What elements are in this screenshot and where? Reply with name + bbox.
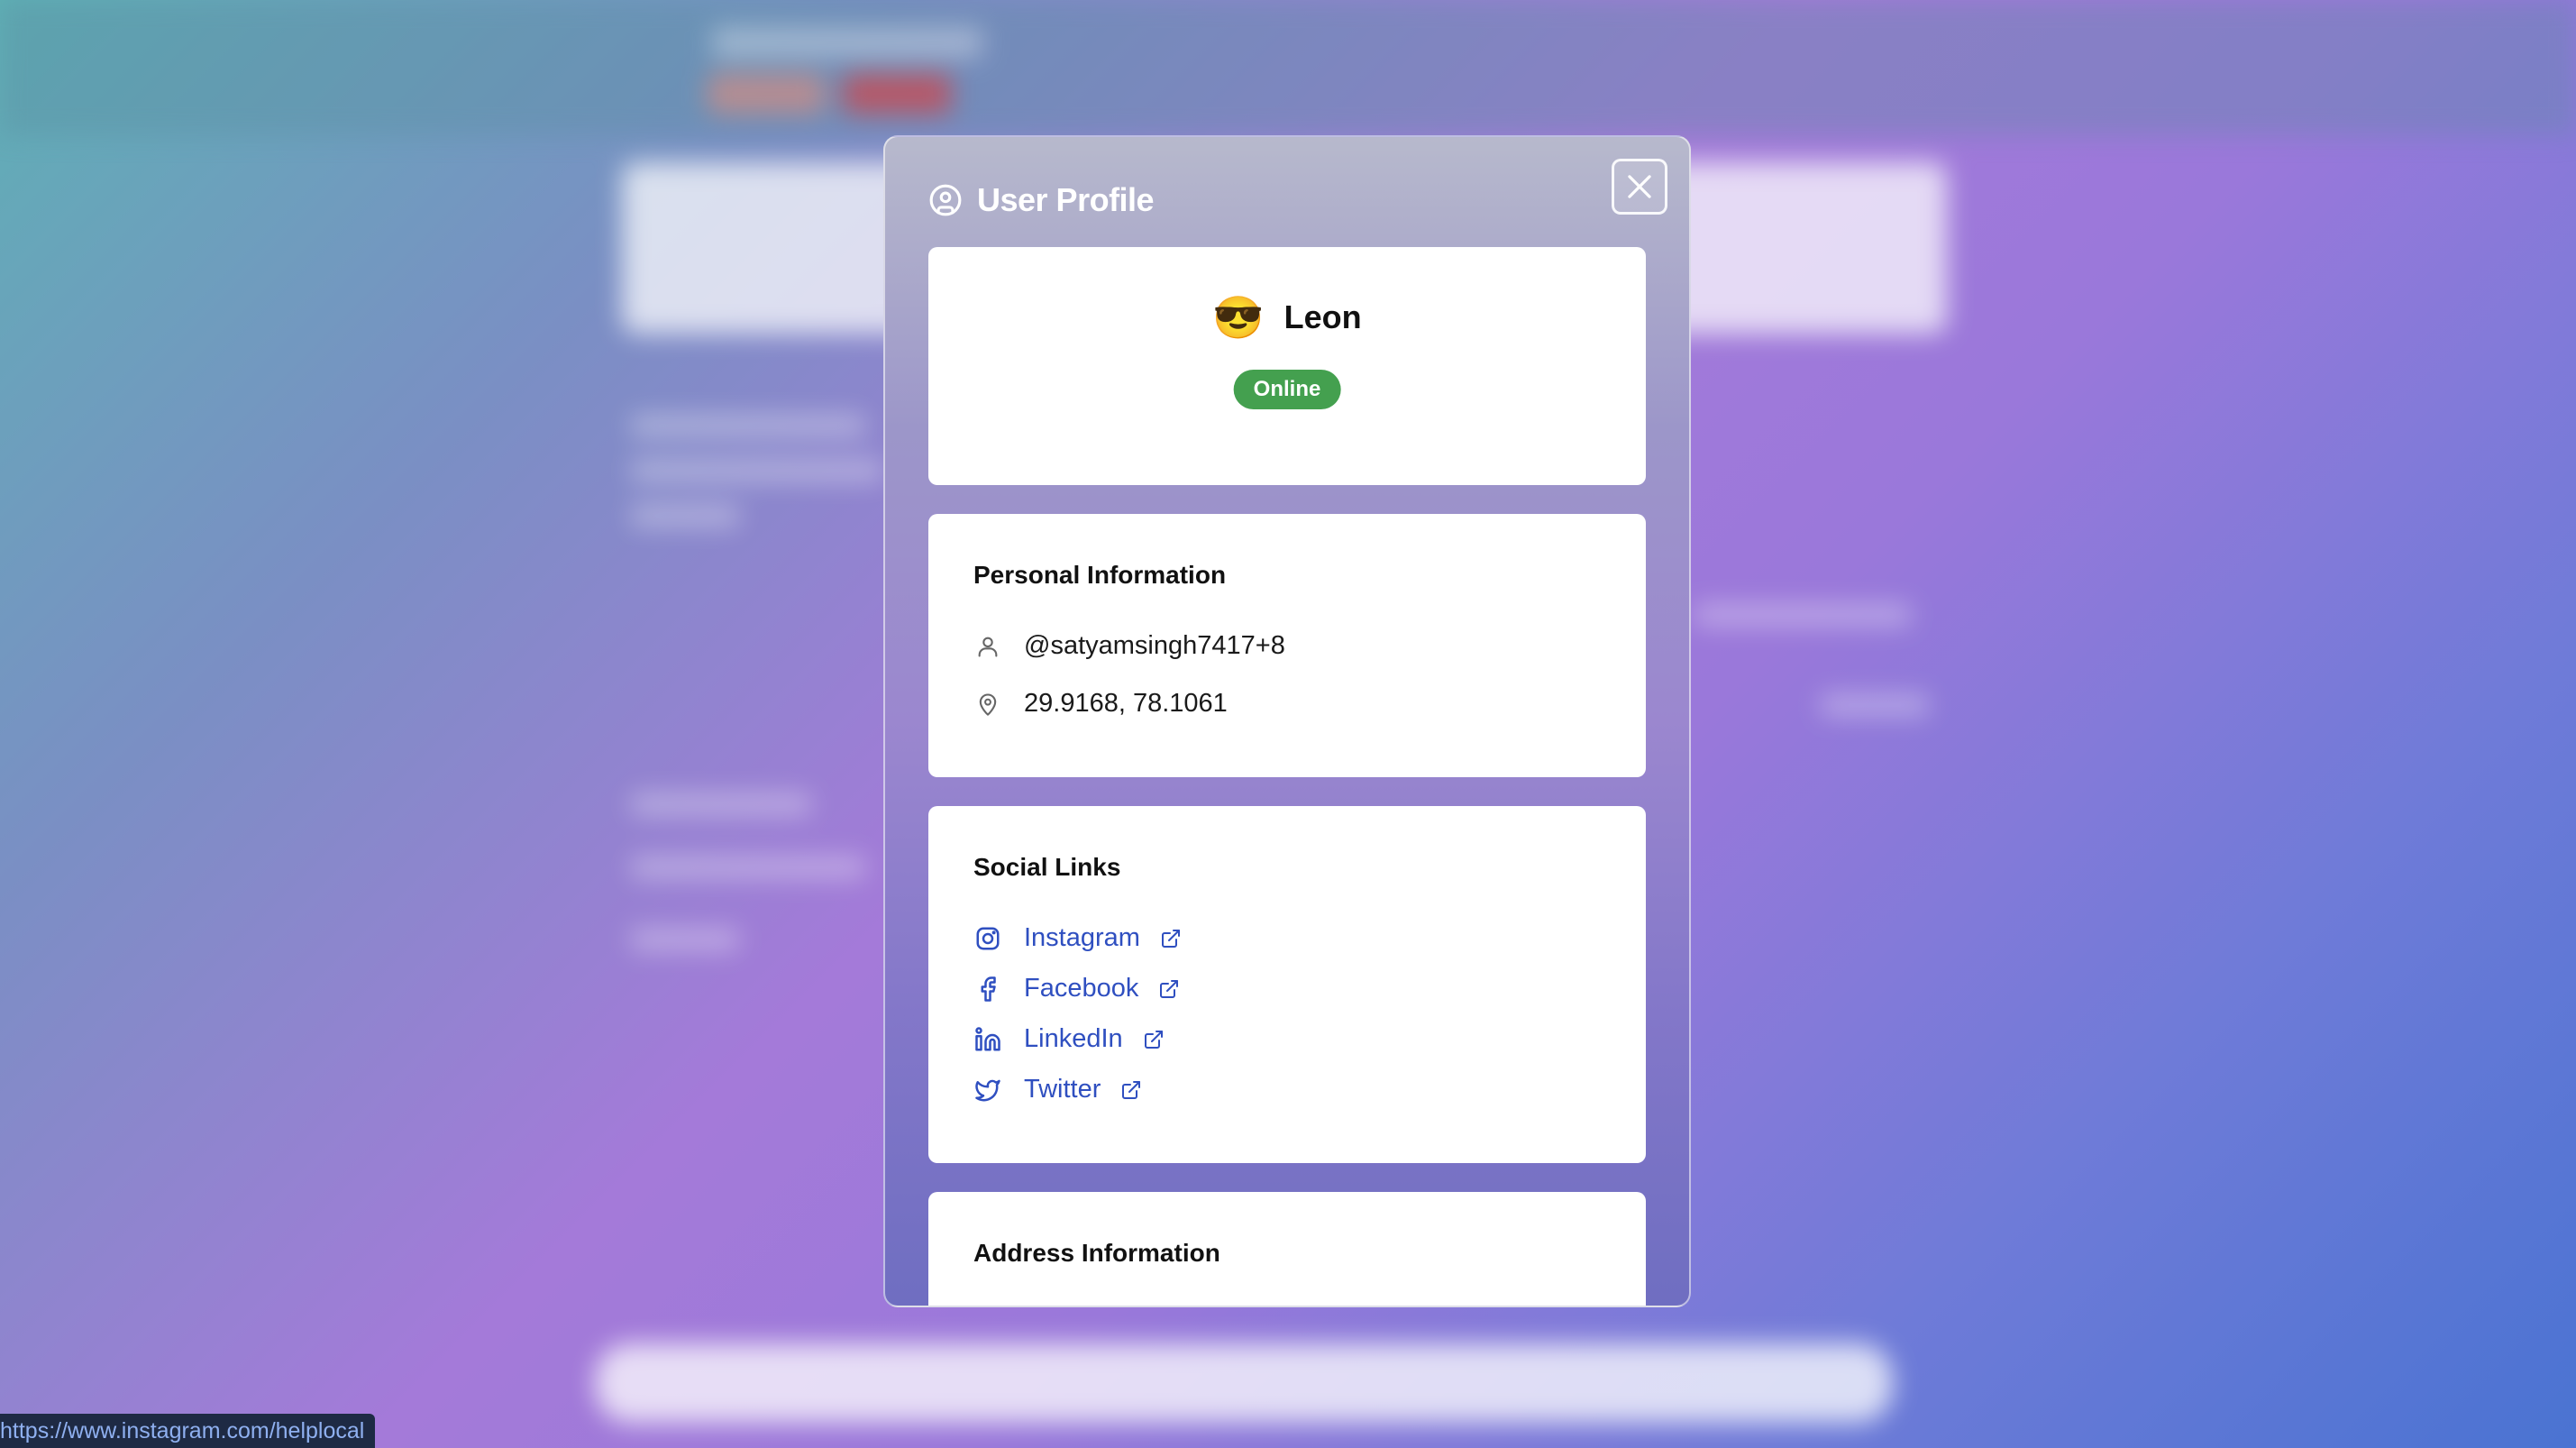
background-text	[1821, 694, 1929, 716]
background-text	[631, 857, 865, 878]
social-link-instagram[interactable]: Instagram	[973, 923, 1185, 953]
user-profile-modal: User Profile 😎 Leon Online Personal Info…	[883, 135, 1691, 1307]
facebook-icon	[973, 975, 1002, 1004]
avatar: 😎	[1212, 294, 1265, 341]
user-icon	[973, 632, 1002, 661]
social-link-facebook[interactable]: Facebook	[973, 974, 1183, 1004]
external-link-icon	[1155, 975, 1183, 1004]
map-pin-icon	[973, 690, 1002, 719]
link-label[interactable]: LinkedIn	[1024, 1024, 1123, 1054]
section-title: Personal Information	[973, 561, 1227, 589]
link-label[interactable]: Facebook	[1024, 974, 1138, 1004]
background-button	[708, 74, 825, 114]
background-logo	[712, 27, 982, 58]
background-text	[631, 929, 739, 950]
instagram-icon	[973, 924, 1002, 953]
social-link-twitter[interactable]: Twitter	[973, 1075, 1146, 1104]
link-label[interactable]: Twitter	[1024, 1075, 1101, 1104]
social-link-linkedin[interactable]: LinkedIn	[973, 1024, 1168, 1054]
background-input	[595, 1343, 1893, 1423]
location-row: 29.9168, 78.1061	[973, 689, 1228, 719]
background-text	[631, 505, 739, 527]
status-bar-url: https://www.instagram.com/helplocal	[0, 1414, 376, 1448]
section-title: Social Links	[973, 853, 1121, 881]
username-row: @satyamsingh7417+8	[973, 631, 1285, 661]
background-text	[631, 415, 865, 436]
background-text	[631, 793, 811, 815]
linkedin-icon	[973, 1025, 1002, 1054]
profile-header: 😎 Leon	[928, 297, 1646, 338]
background-text	[631, 460, 883, 481]
username-value: @satyamsingh7417+8	[1024, 631, 1285, 660]
close-icon	[1628, 175, 1651, 198]
personal-info-card: Personal Information @satyamsingh7417+8 …	[928, 514, 1646, 777]
section-title: Address Information	[973, 1239, 1220, 1267]
external-link-icon	[1156, 924, 1185, 953]
background-button	[843, 74, 951, 114]
status-badge: Online	[1233, 370, 1341, 409]
profile-name: Leon	[1283, 298, 1362, 335]
location-value: 29.9168, 78.1061	[1024, 689, 1228, 718]
external-link-icon	[1117, 1076, 1146, 1104]
modal-title: User Profile	[977, 181, 1155, 218]
modal-header: User Profile	[928, 177, 1155, 224]
social-links-card: Social Links Instagram Facebook LinkedIn…	[928, 806, 1646, 1163]
external-link-icon	[1139, 1025, 1168, 1054]
profile-card: 😎 Leon Online	[928, 247, 1646, 485]
user-circle-icon	[928, 183, 963, 217]
background-header	[0, 0, 2576, 135]
link-label[interactable]: Instagram	[1024, 923, 1140, 953]
close-button[interactable]	[1612, 159, 1667, 215]
twitter-icon	[973, 1076, 1002, 1104]
background-text	[1694, 604, 1911, 626]
address-info-card: Address Information	[928, 1192, 1646, 1306]
